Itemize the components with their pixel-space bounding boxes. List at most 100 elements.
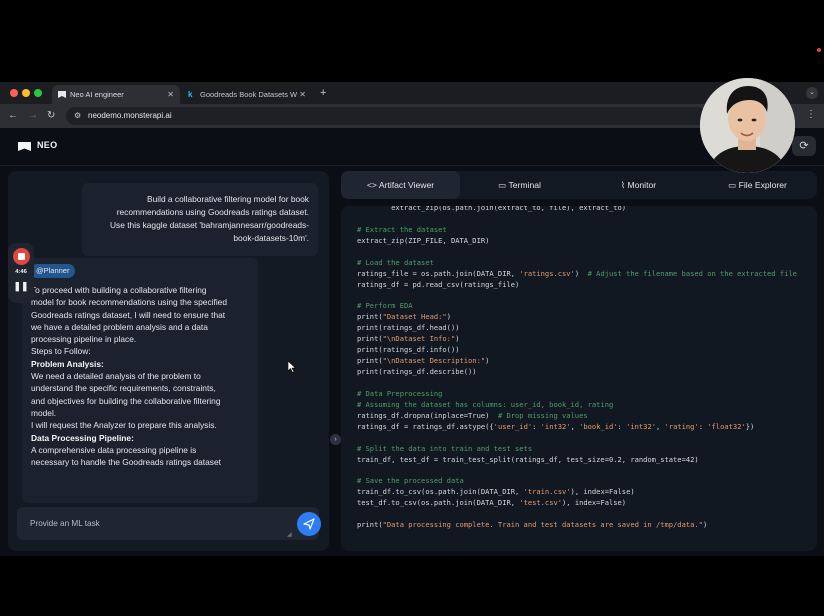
message-line: Goodreads ratings dataset, I will need t… xyxy=(31,309,226,320)
recording-widget: 4:46 ❚❚ xyxy=(8,243,34,303)
code-line: train_df, test_df = train_test_split(rat… xyxy=(357,454,699,464)
message-line: To proceed with building a collaborative… xyxy=(31,285,207,295)
url-field[interactable]: ⚙ neodemo.monsterapi.ai xyxy=(66,107,706,125)
tab-label: File Explorer xyxy=(738,180,787,190)
code-line: # Split the data into train and test set… xyxy=(357,443,533,453)
browser-tabbar: Neo AI engineer ✕ k Goodreads Book Datas… xyxy=(0,82,824,104)
agent-message: @Planner To proceed with building a coll… xyxy=(22,258,258,503)
user-message: Build a collaborative filtering model fo… xyxy=(82,183,318,256)
message-line: A comprehensive data processing pipeline… xyxy=(31,444,197,455)
browser-menu-button[interactable]: ⋮ xyxy=(806,109,816,120)
minimize-window-button[interactable] xyxy=(22,89,30,97)
message-line: necessary to handle the Goodreads rating… xyxy=(31,457,221,468)
close-tab-icon[interactable]: ✕ xyxy=(299,85,306,104)
planner-badge: @Planner xyxy=(30,264,76,278)
user-message-line: book-datasets-10m'. xyxy=(233,233,309,243)
task-input-placeholder: Provide an ML task xyxy=(30,519,100,528)
code-line: ratings_df = pd.read_csv(ratings_file) xyxy=(357,279,520,289)
new-tab-button[interactable]: + xyxy=(320,85,326,101)
code-line: extract_zip(ZIP_FILE, DATA_DIR) xyxy=(357,235,490,245)
tab-monitor[interactable]: ⌇ Monitor xyxy=(579,171,698,199)
maximize-window-button[interactable] xyxy=(34,89,42,97)
code-line: print(ratings_df.describe()) xyxy=(357,367,477,377)
task-input-box[interactable]: Provide an ML task ◢ xyxy=(17,507,321,540)
user-message-line: Use this kaggle dataset 'bahramjannesarr… xyxy=(110,220,309,230)
code-line: ratings_df.dropna(inplace=True) # Drop m… xyxy=(357,410,588,420)
code-line: print("Data processing complete. Train a… xyxy=(357,520,708,530)
code-line: # Perform EDA xyxy=(357,301,413,311)
code-line: print("Dataset Head:") xyxy=(357,312,451,322)
message-line: processing pipeline in place. xyxy=(31,334,137,345)
message-line: and objectives for building the collabor… xyxy=(31,395,221,406)
tab-search-button[interactable]: ⌄ xyxy=(806,87,818,99)
neo-app: NEO ⟳ Build a collaborative filtering mo… xyxy=(0,128,824,556)
artifact-code-viewer[interactable]: extract_zip(os.path.join(extract_to, fil… xyxy=(341,206,817,551)
code-block: extract_zip(os.path.join(extract_to, fil… xyxy=(357,206,797,531)
message-line: I will request the Analyzer to prepare t… xyxy=(31,420,217,431)
browser-tab-neo[interactable]: Neo AI engineer ✕ xyxy=(52,85,180,104)
terminal-icon: ▭ xyxy=(498,180,507,190)
reload-button[interactable]: ↻ xyxy=(47,109,55,123)
tab-artifact-viewer[interactable]: <> Artifact Viewer xyxy=(341,171,460,199)
recording-time: 4:46 xyxy=(15,269,27,275)
collapse-panel-button[interactable]: › xyxy=(330,434,341,445)
section-heading: Data Processing Pipeline: xyxy=(31,432,134,443)
browser-tab-title: Neo AI engineer xyxy=(70,90,124,99)
close-window-button[interactable] xyxy=(10,89,18,97)
message-line: model for book recommendations using the… xyxy=(31,297,227,308)
send-icon xyxy=(303,518,315,530)
pause-recording-button[interactable]: ❚❚ xyxy=(8,281,34,292)
tab-label: Artifact Viewer xyxy=(378,180,435,190)
code-icon: <> xyxy=(366,180,377,190)
neo-favicon-icon xyxy=(58,91,66,98)
code-line: print("\nDataset Description:") xyxy=(357,356,490,366)
code-line: ratings_df = ratings_df.astype({'user_id… xyxy=(357,421,755,431)
send-button[interactable] xyxy=(297,512,321,536)
chat-panel: Build a collaborative filtering model fo… xyxy=(8,171,329,551)
monitor-icon: ⌇ xyxy=(620,180,626,190)
code-line: test_df.to_csv(os.path.join(DATA_DIR, 't… xyxy=(357,498,627,508)
back-button[interactable]: ← xyxy=(8,109,18,123)
viewer-tabs: <> Artifact Viewer ▭ Terminal ⌇ Monitor … xyxy=(341,171,817,199)
message-line: we have a detailed problem analysis and … xyxy=(31,321,208,332)
presenter-video xyxy=(700,78,795,173)
code-line: # Load the dataset xyxy=(357,257,434,267)
message-line: We need a detailed analysis of the probl… xyxy=(31,371,201,382)
neo-logo-icon xyxy=(18,142,31,151)
app-name: NEO xyxy=(37,140,58,150)
browser-tab-goodreads[interactable]: k Goodreads Book Datasets W ✕ xyxy=(182,85,312,104)
stop-recording-button[interactable] xyxy=(13,248,30,265)
resize-handle-icon[interactable]: ◢ xyxy=(287,531,292,538)
tab-label: Monitor xyxy=(627,180,657,190)
section-heading: Problem Analysis: xyxy=(31,358,104,369)
user-message-line: recommendations using Goodreads ratings … xyxy=(116,207,309,217)
message-line: understand the specific requirements, co… xyxy=(31,383,216,394)
agent-message-text: To proceed with building a collaborative… xyxy=(31,284,253,468)
code-line: ratings_file = os.path.join(DATA_DIR, 'r… xyxy=(357,268,797,278)
code-line: extract_zip(os.path.join(extract_to, fil… xyxy=(357,206,627,212)
tab-file-explorer[interactable]: ▭ File Explorer xyxy=(698,171,817,199)
recording-indicator-dot xyxy=(817,48,821,52)
forward-button[interactable]: → xyxy=(28,109,38,123)
refresh-button[interactable]: ⟳ xyxy=(792,136,816,156)
code-line: print("\nDataset Info:") xyxy=(357,334,460,344)
code-line: # Extract the dataset xyxy=(357,224,447,234)
user-message-line: Build a collaborative filtering model fo… xyxy=(146,194,309,204)
folder-icon: ▭ xyxy=(728,180,737,190)
code-line: # Assuming the dataset has columns: user… xyxy=(357,399,614,409)
code-line: # Data Preprocessing xyxy=(357,388,443,398)
kaggle-favicon-icon: k xyxy=(188,90,193,99)
tab-terminal[interactable]: ▭ Terminal xyxy=(460,171,579,199)
browser-tab-title: Goodreads Book Datasets W xyxy=(200,90,298,99)
site-settings-icon[interactable]: ⚙ xyxy=(74,111,81,120)
close-tab-icon[interactable]: ✕ xyxy=(167,85,174,104)
url-text: neodemo.monsterapi.ai xyxy=(88,111,172,120)
code-line: print(ratings_df.info()) xyxy=(357,345,460,355)
